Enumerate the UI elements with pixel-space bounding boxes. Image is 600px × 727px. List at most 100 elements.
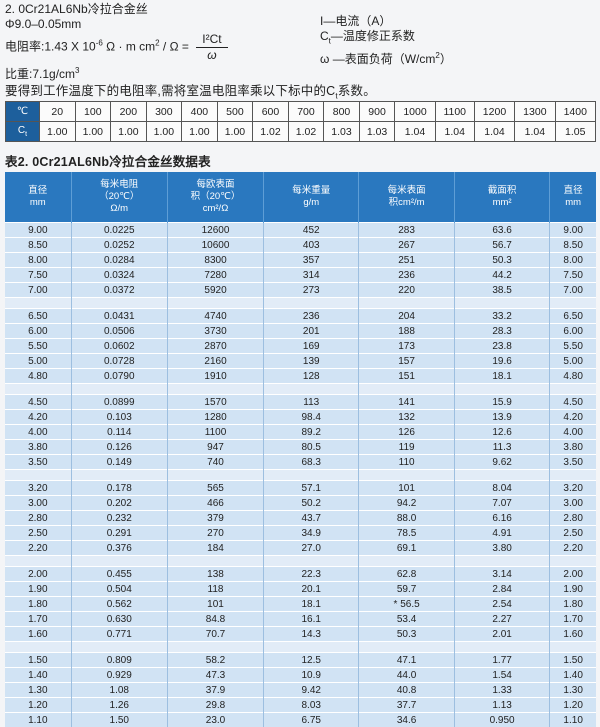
column-header-line: g/m [265, 197, 357, 209]
coefficient-header: Ct [6, 122, 40, 142]
group-separator [5, 556, 596, 567]
table-cell: 1.60 [550, 627, 596, 642]
table-cell: 3.80 [550, 440, 596, 455]
table-row: 4.200.103128098.413213.94.20 [5, 410, 596, 425]
table-cell: 59.7 [359, 582, 455, 597]
column-header-line: 每米电阻 [73, 179, 166, 191]
table-cell: 4.80 [550, 369, 596, 384]
temperature-cell: 500 [217, 102, 253, 122]
table-row: 3.000.20246650.294.27.073.00 [5, 496, 596, 511]
table-cell: 1.70 [550, 612, 596, 627]
separator-cell [71, 556, 167, 567]
table-cell: 466 [167, 496, 263, 511]
temperature-cell: 1300 [515, 102, 555, 122]
table-cell: 1280 [167, 410, 263, 425]
table-cell: 1.08 [71, 683, 167, 698]
table-cell: 43.7 [264, 511, 359, 526]
table-cell: 3.14 [454, 567, 549, 582]
temperature-cell: 400 [182, 102, 218, 122]
table-row: 5.500.0602287016917323.85.50 [5, 339, 596, 354]
coefficient-cell: 1.03 [324, 122, 360, 142]
table-cell: 8300 [167, 253, 263, 268]
header-block: 2. 0Cr21AL6Nb冷拉合金丝 Φ9.0–0.05mm 电阻率:1.43 … [5, 2, 295, 82]
table-cell: 9.00 [550, 223, 596, 238]
temperature-row: ℃ 20100200300400500600700800900100011001… [6, 102, 596, 122]
group-separator [5, 298, 596, 309]
table-cell: 13.9 [454, 410, 549, 425]
table-cell: 2.84 [454, 582, 549, 597]
column-header-line: 积cm²/m [360, 197, 453, 209]
table-cell: 11.3 [454, 440, 549, 455]
separator-cell [264, 384, 359, 395]
table-cell: 0.291 [71, 526, 167, 541]
separator-cell [264, 642, 359, 653]
table-cell: 1910 [167, 369, 263, 384]
table-row: 2.800.23237943.788.06.162.80 [5, 511, 596, 526]
table-cell: 3.00 [550, 496, 596, 511]
table-cell: 251 [359, 253, 455, 268]
coefficient-cell: 1.04 [515, 122, 555, 142]
table-cell: 1.20 [550, 698, 596, 713]
separator-cell [550, 642, 596, 653]
separator-cell [167, 556, 263, 567]
table-cell: 5.00 [5, 354, 71, 369]
table-row: 2.200.37618427.069.13.802.20 [5, 541, 596, 556]
table-cell: 2.27 [454, 612, 549, 627]
table-cell: 110 [359, 455, 455, 470]
temperature-cell: 700 [288, 102, 324, 122]
coefficient-cell: 1.02 [253, 122, 289, 142]
table-cell: 314 [264, 268, 359, 283]
table-body: 9.000.02251260045228363.69.008.500.02521… [5, 223, 596, 727]
column-header-line: 直径 [6, 185, 70, 197]
table-cell: 1.30 [5, 683, 71, 698]
table-cell: 357 [264, 253, 359, 268]
table-cell: 38.5 [454, 283, 549, 298]
table-cell: 188 [359, 324, 455, 339]
table-cell: 2.20 [550, 541, 596, 556]
table-cell: 3.00 [5, 496, 71, 511]
table-cell: 0.114 [71, 425, 167, 440]
resistivity-formula: 电阻率:1.43 X 10-6 Ω · m cm2 / Ω = I²Ct ω [5, 32, 295, 63]
separator-cell [454, 642, 549, 653]
coefficient-cell: 1.04 [474, 122, 514, 142]
table-cell: 1.80 [5, 597, 71, 612]
table-cell: 28.3 [454, 324, 549, 339]
table-cell: 50.3 [454, 253, 549, 268]
table-cell: 7.50 [5, 268, 71, 283]
separator-cell [5, 470, 71, 481]
column-header-line: mm [551, 197, 595, 209]
column-header-line: Ω/m [73, 203, 166, 215]
table-cell: 33.2 [454, 309, 549, 324]
table-cell: 452 [264, 223, 359, 238]
coefficient-cell: 1.02 [288, 122, 324, 142]
table-cell: 8.00 [550, 253, 596, 268]
table-cell: 379 [167, 511, 263, 526]
table-cell: 0.178 [71, 481, 167, 496]
table-row: 6.500.0431474023620433.26.50 [5, 309, 596, 324]
table-cell: 4740 [167, 309, 263, 324]
table-cell: 12.5 [264, 653, 359, 668]
table-cell: 6.00 [550, 324, 596, 339]
table-cell: 1.77 [454, 653, 549, 668]
table-cell: 403 [264, 238, 359, 253]
table-cell: 204 [359, 309, 455, 324]
table-cell: 267 [359, 238, 455, 253]
table-cell: 89.2 [264, 425, 359, 440]
table-cell: 53.4 [359, 612, 455, 627]
table-cell: 6.50 [5, 309, 71, 324]
table-cell: 63.6 [454, 223, 549, 238]
separator-cell [550, 556, 596, 567]
table-row: 3.200.17856557.11018.043.20 [5, 481, 596, 496]
temperature-header: ℃ [6, 102, 40, 122]
table-row: 7.000.0372592027322038.57.00 [5, 283, 596, 298]
table-cell: 44.0 [359, 668, 455, 683]
table-cell: 4.50 [550, 395, 596, 410]
table-cell: 4.50 [5, 395, 71, 410]
table-cell: 4.20 [550, 410, 596, 425]
table-cell: * 56.5 [359, 597, 455, 612]
table-cell: 0.0790 [71, 369, 167, 384]
table-cell: 169 [264, 339, 359, 354]
formula-legend: I—电流（A） Ct—温度修正系数 ω —表面负荷（W/cm2） [320, 14, 590, 67]
table-cell: 6.50 [550, 309, 596, 324]
column-header: 每米表面积cm²/m [359, 172, 455, 223]
